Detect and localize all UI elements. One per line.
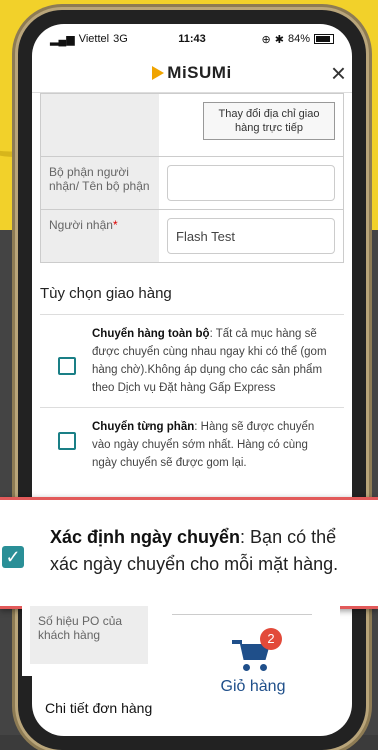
- cart-button[interactable]: 2 Giỏ hàng: [208, 628, 298, 702]
- department-row: Bộ phận người nhận/ Tên bộ phận: [41, 157, 343, 210]
- highlighted-option-callout[interactable]: ✓ Xác định ngày chuyển: Bạn có thể xác n…: [0, 497, 378, 609]
- cart-wheel-left: [243, 664, 250, 671]
- cart-label: Giỏ hàng: [220, 678, 286, 695]
- receiver-input[interactable]: Flash Test: [167, 218, 335, 254]
- department-value-cell: [159, 157, 343, 209]
- department-input[interactable]: [167, 165, 335, 201]
- option-all-text: Chuyển hàng toàn bộ: Tất cả mục hàng sẽ …: [92, 325, 336, 397]
- order-details-title: Chi tiết đơn hàng: [45, 700, 153, 716]
- receiver-label: Người nhận*: [41, 210, 159, 262]
- address-form-table: Thay đổi địa chỉ giao hàng trực tiếp Bộ …: [40, 93, 344, 263]
- brand-logo: MiSUMi: [152, 63, 231, 83]
- close-icon[interactable]: ×: [331, 58, 346, 89]
- cart-count-badge: 2: [260, 628, 282, 650]
- highlight-option-text: Xác định ngày chuyển: Bạn có thể xác ngà…: [50, 524, 366, 578]
- cart-icon: 2: [230, 628, 282, 674]
- logo-mark-icon: [152, 66, 165, 80]
- checkbox-ship-date-checked[interactable]: ✓: [2, 546, 24, 568]
- clock: 11:43: [178, 33, 206, 45]
- receiver-label-text: Người nhận: [49, 218, 113, 232]
- receiver-value-cell: Flash Test: [159, 210, 343, 262]
- shipping-option-all[interactable]: Chuyển hàng toàn bộ: Tất cả mục hàng sẽ …: [40, 314, 344, 407]
- address-value-cell: Thay đổi địa chỉ giao hàng trực tiếp: [159, 94, 343, 156]
- cart-handle-shape: [232, 640, 242, 644]
- receiver-row: Người nhận* Flash Test: [41, 210, 343, 262]
- option-partial-title: Chuyển từng phần: [92, 421, 195, 433]
- department-label: Bộ phận người nhận/ Tên bộ phận: [41, 157, 159, 209]
- change-address-button[interactable]: Thay đổi địa chỉ giao hàng trực tiếp: [203, 102, 335, 140]
- po-input[interactable]: [172, 614, 312, 615]
- address-label-cell: [41, 94, 159, 156]
- po-label: Số hiệu PO của khách hàng: [30, 606, 148, 664]
- highlight-option-title: Xác định ngày chuyển: [50, 527, 241, 547]
- cart-wheel-right: [260, 664, 267, 671]
- status-bar: ▂▄▆ Viettel 3G 11:43 ⊕ ✱ 84%: [32, 24, 352, 54]
- option-partial-text: Chuyển từng phần: Hàng sẽ được chuyển và…: [92, 418, 336, 472]
- checkbox-ship-all[interactable]: [58, 357, 76, 375]
- checkbox-ship-partial[interactable]: [58, 432, 76, 450]
- brand-name: MiSUMi: [167, 63, 232, 82]
- shipping-options-title: Tùy chọn giao hàng: [40, 285, 172, 302]
- shipping-option-partial[interactable]: Chuyển từng phần: Hàng sẽ được chuyển và…: [40, 407, 344, 482]
- required-marker: *: [112, 218, 118, 232]
- battery-icon: [314, 34, 334, 44]
- app-header: MiSUMi ×: [32, 54, 352, 93]
- address-change-row: Thay đổi địa chỉ giao hàng trực tiếp: [41, 94, 343, 157]
- option-all-title: Chuyển hàng toàn bộ: [92, 328, 210, 340]
